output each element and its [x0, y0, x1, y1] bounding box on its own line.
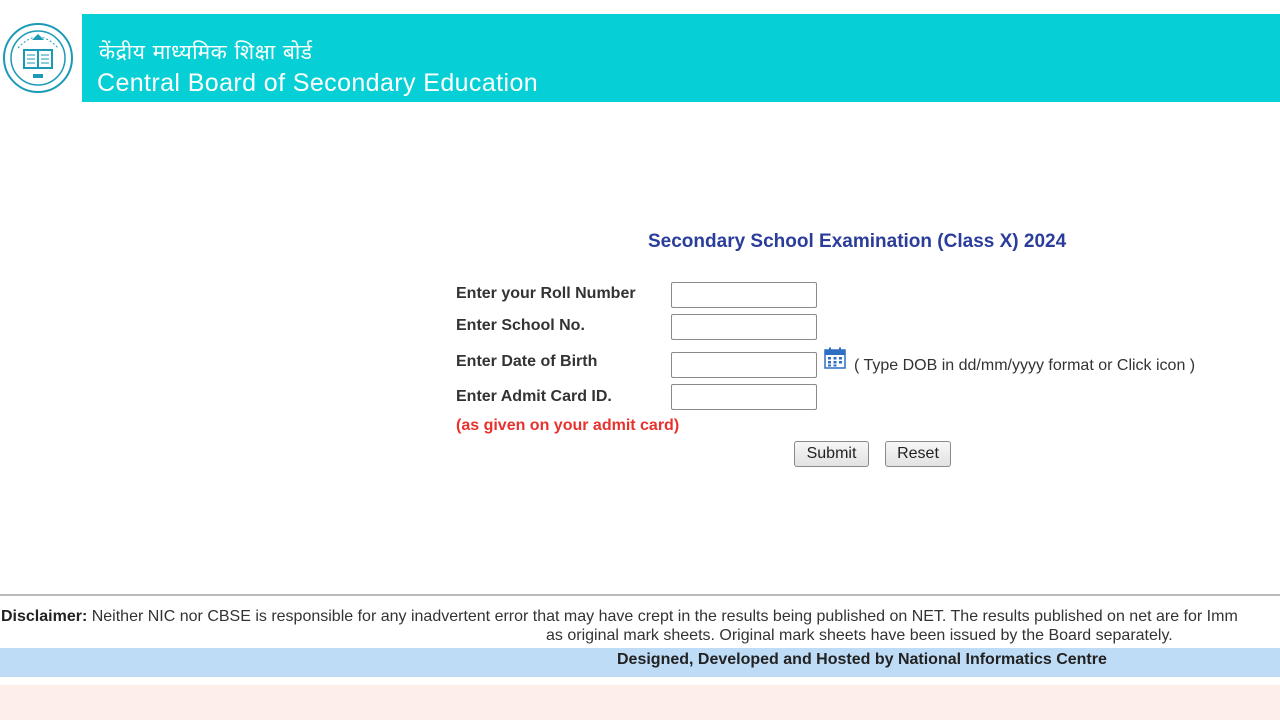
disclaimer-line-1: Disclaimer: Neither NIC nor CBSE is resp…	[1, 608, 1238, 626]
roll-number-label: Enter your Roll Number	[456, 285, 636, 302]
disclaimer-line-2: as original mark sheets. Original mark s…	[546, 627, 1173, 644]
disclaimer-text: Neither NIC nor CBSE is responsible for …	[91, 608, 1238, 625]
board-title-english: Central Board of Secondary Education	[97, 69, 539, 97]
school-no-label: Enter School No.	[456, 317, 585, 334]
admit-card-input[interactable]	[671, 384, 817, 410]
footer-divider	[0, 594, 1280, 596]
admit-card-note: (as given on your admit card)	[456, 417, 680, 434]
dob-format-hint: ( Type DOB in dd/mm/yyyy format or Click…	[854, 357, 1196, 374]
exam-title: Secondary School Examination (Class X) 2…	[648, 231, 1067, 252]
cbse-emblem-icon	[3, 23, 73, 93]
header-banner: केंद्रीय माध्यमिक शिक्षा बोर्ड Central B…	[82, 14, 1280, 102]
admit-card-label: Enter Admit Card ID.	[456, 388, 612, 405]
credit-bar: Designed, Developed and Hosted by Nation…	[0, 648, 1280, 677]
disclaimer-label: Disclaimer:	[1, 608, 88, 625]
submit-button[interactable]: Submit	[794, 441, 869, 467]
dob-label: Enter Date of Birth	[456, 353, 598, 370]
school-no-input[interactable]	[671, 314, 817, 340]
calendar-icon[interactable]	[824, 347, 846, 369]
roll-number-input[interactable]	[671, 282, 817, 308]
bottom-band	[0, 685, 1280, 720]
reset-button[interactable]: Reset	[885, 441, 951, 467]
logo	[0, 14, 80, 102]
board-title-hindi: केंद्रीय माध्यमिक शिक्षा बोर्ड	[99, 40, 313, 64]
dob-input[interactable]	[671, 352, 817, 378]
credit-text: Designed, Developed and Hosted by Nation…	[617, 651, 1107, 668]
site-header: केंद्रीय माध्यमिक शिक्षा बोर्ड Central B…	[0, 14, 1280, 102]
